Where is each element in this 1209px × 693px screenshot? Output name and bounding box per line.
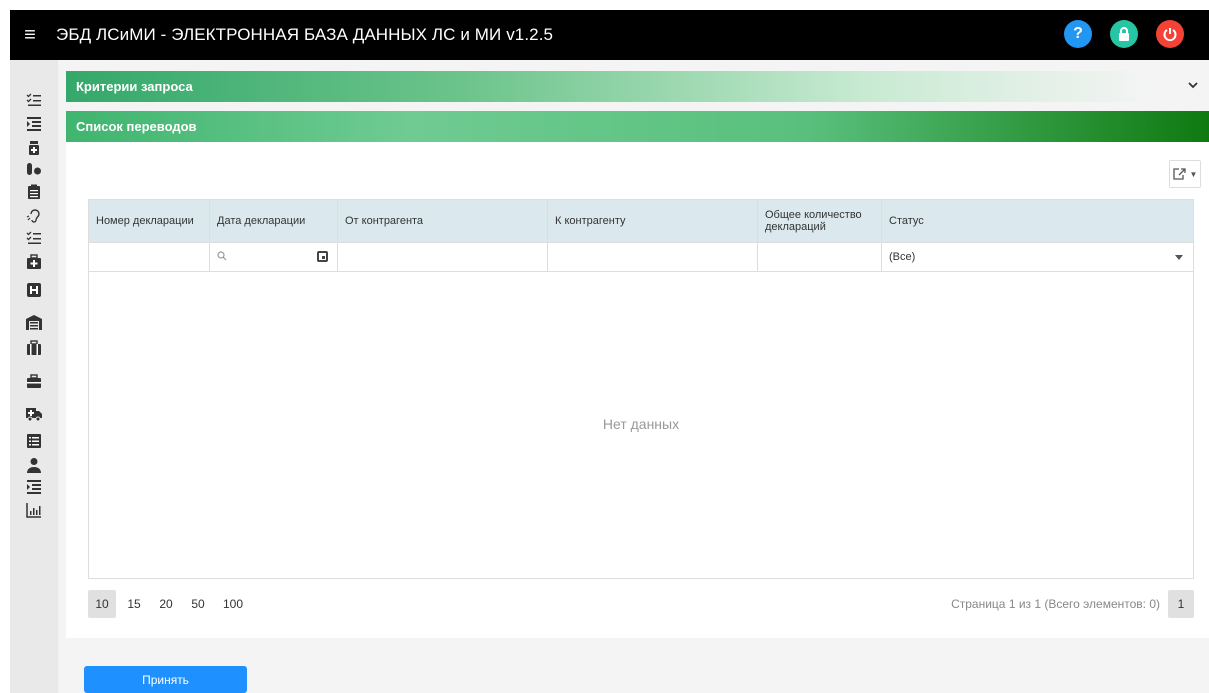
hearing-icon[interactable] bbox=[26, 208, 42, 224]
to-counterparty-filter[interactable] bbox=[548, 243, 758, 271]
page-size-option[interactable]: 15 bbox=[120, 590, 148, 618]
page-size-option[interactable]: 10 bbox=[88, 590, 116, 618]
transfers-grid: Номер декларации Дата декларации От конт… bbox=[88, 199, 1194, 579]
page-size-option[interactable]: 20 bbox=[152, 590, 180, 618]
page-info: Страница 1 из 1 (Всего элементов: 0) bbox=[951, 597, 1160, 611]
page-number-button[interactable]: 1 bbox=[1168, 590, 1194, 618]
suitcase-icon[interactable] bbox=[26, 340, 42, 356]
hamburger-icon[interactable]: ≡ bbox=[10, 10, 50, 60]
caret-down-icon: ▼ bbox=[1189, 169, 1198, 179]
help-button[interactable]: ? bbox=[1064, 20, 1092, 48]
grid-filter-row: (Все) bbox=[89, 243, 1193, 272]
transfers-panel-header: Список переводов bbox=[66, 111, 1209, 142]
export-button[interactable]: ▼ bbox=[1169, 160, 1201, 188]
app-title: ЭБД ЛСиМИ - ЭЛЕКТРОННАЯ БАЗА ДАННЫХ ЛС и… bbox=[56, 25, 554, 44]
table-list-icon[interactable] bbox=[26, 433, 42, 449]
chevron-down-icon[interactable] bbox=[1187, 79, 1199, 94]
warehouse-icon[interactable] bbox=[26, 314, 42, 330]
top-bar: ≡ ЭБД ЛСиМИ - ЭЛЕКТРОННАЯ БАЗА ДАННЫХ ЛС… bbox=[10, 10, 1209, 60]
criteria-title: Критерии запроса bbox=[76, 79, 193, 94]
page-size-option[interactable]: 100 bbox=[216, 590, 250, 618]
toolbox-icon[interactable] bbox=[26, 373, 42, 389]
clipboard-icon[interactable] bbox=[26, 184, 42, 200]
column-header[interactable]: Номер декларации bbox=[89, 200, 210, 242]
criteria-panel-header[interactable]: Критерии запроса bbox=[66, 71, 1209, 102]
list-check-icon[interactable] bbox=[26, 230, 42, 246]
transfers-title: Список переводов bbox=[76, 119, 197, 134]
column-header[interactable]: Статус bbox=[882, 200, 1193, 242]
column-header[interactable]: От контрагента bbox=[338, 200, 548, 242]
empty-message: Нет данных bbox=[602, 416, 680, 432]
medicine-bottle-icon[interactable] bbox=[26, 140, 42, 156]
declaration-date-filter[interactable] bbox=[210, 243, 338, 271]
pager: 10 15 20 50 100 Страница 1 из 1 (Всего э… bbox=[88, 589, 1194, 619]
chart-icon[interactable] bbox=[26, 502, 42, 518]
pills-icon[interactable] bbox=[26, 161, 42, 177]
page-size-option[interactable]: 50 bbox=[184, 590, 212, 618]
main-area: Критерии запроса Список переводов ▼ Номе… bbox=[58, 60, 1209, 693]
logout-button[interactable] bbox=[1156, 20, 1184, 48]
medical-bag-icon[interactable] bbox=[26, 254, 42, 270]
column-header[interactable]: Общее количество деклараций bbox=[758, 200, 882, 242]
sidebar bbox=[10, 60, 58, 693]
status-filter-value: (Все) bbox=[889, 251, 916, 263]
lock-button[interactable] bbox=[1110, 20, 1138, 48]
list-check-icon[interactable] bbox=[26, 92, 42, 108]
lock-icon bbox=[1119, 27, 1129, 41]
accept-button[interactable]: Принять bbox=[84, 666, 247, 693]
indent-list-icon[interactable] bbox=[26, 116, 42, 132]
column-header[interactable]: К контрагенту bbox=[548, 200, 758, 242]
ambulance-icon[interactable] bbox=[26, 406, 42, 422]
calendar-icon[interactable] bbox=[317, 251, 328, 262]
grid-header-row: Номер декларации Дата декларации От конт… bbox=[89, 200, 1193, 243]
column-header[interactable]: Дата декларации bbox=[210, 200, 338, 242]
search-icon bbox=[217, 250, 227, 264]
hospital-icon[interactable] bbox=[26, 282, 42, 298]
transfers-panel: ▼ Номер декларации Дата декларации От ко… bbox=[66, 142, 1209, 638]
total-declarations-filter[interactable] bbox=[758, 243, 882, 271]
user-icon[interactable] bbox=[26, 457, 42, 473]
from-counterparty-filter[interactable] bbox=[338, 243, 548, 271]
top-actions: ? bbox=[1064, 20, 1184, 48]
export-icon bbox=[1172, 168, 1186, 180]
status-filter[interactable]: (Все) bbox=[882, 243, 1193, 271]
declaration-number-filter[interactable] bbox=[89, 243, 210, 271]
help-icon: ? bbox=[1073, 25, 1083, 42]
dropdown-arrow-icon bbox=[1175, 255, 1183, 260]
power-icon bbox=[1163, 28, 1177, 42]
indent-list-icon[interactable] bbox=[26, 479, 42, 495]
